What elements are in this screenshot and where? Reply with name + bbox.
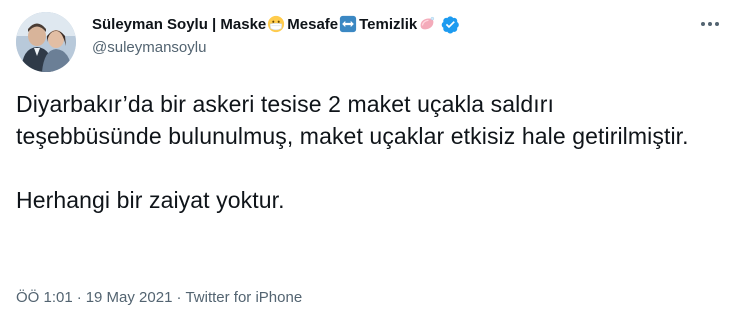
more-options-button[interactable]	[698, 14, 722, 34]
avatar-photo	[16, 12, 76, 72]
tweet-time: ÖÖ 1:01	[16, 289, 73, 306]
tweet-card: Süleyman Soylu | Maske Mesafe Temizlik @…	[0, 0, 736, 325]
display-name-part-2: Mesafe	[287, 15, 339, 33]
tweet-metadata: ÖÖ 1:01 · 19 May 2021 · Twitter for iPhone	[16, 288, 302, 308]
more-options-icon	[701, 22, 719, 26]
user-handle[interactable]: @suleymansoylu	[92, 38, 720, 58]
tweet-paragraph: Diyarbakır’da bir askeri tesise 2 maket …	[16, 91, 689, 149]
left-right-arrow-icon	[340, 15, 357, 33]
tweet-source-link[interactable]: Twitter for iPhone	[185, 289, 302, 306]
tweet-paragraph: Herhangi bir zaiyat yoktur.	[16, 187, 285, 213]
verified-badge-icon	[441, 15, 460, 33]
tweet-timestamp-link[interactable]: ÖÖ 1:01 · 19 May 2021	[16, 289, 172, 306]
soap-icon	[420, 16, 435, 30]
tweet-date: 19 May 2021	[85, 289, 173, 306]
display-name[interactable]: Süleyman Soylu | Maske Mesafe Temizlik	[92, 12, 720, 36]
tweet-text: Diyarbakır’da bir askeri tesise 2 maket …	[16, 88, 706, 216]
avatar[interactable]	[16, 12, 76, 72]
meta-separator: ·	[76, 289, 82, 306]
meta-separator: ·	[176, 289, 182, 306]
display-name-part-1: Süleyman Soylu | Maske	[92, 15, 267, 33]
mask-emoji-icon	[268, 15, 285, 33]
display-name-part-3: Temizlik	[359, 15, 418, 33]
tweet-header: Süleyman Soylu | Maske Mesafe Temizlik @…	[92, 12, 720, 60]
